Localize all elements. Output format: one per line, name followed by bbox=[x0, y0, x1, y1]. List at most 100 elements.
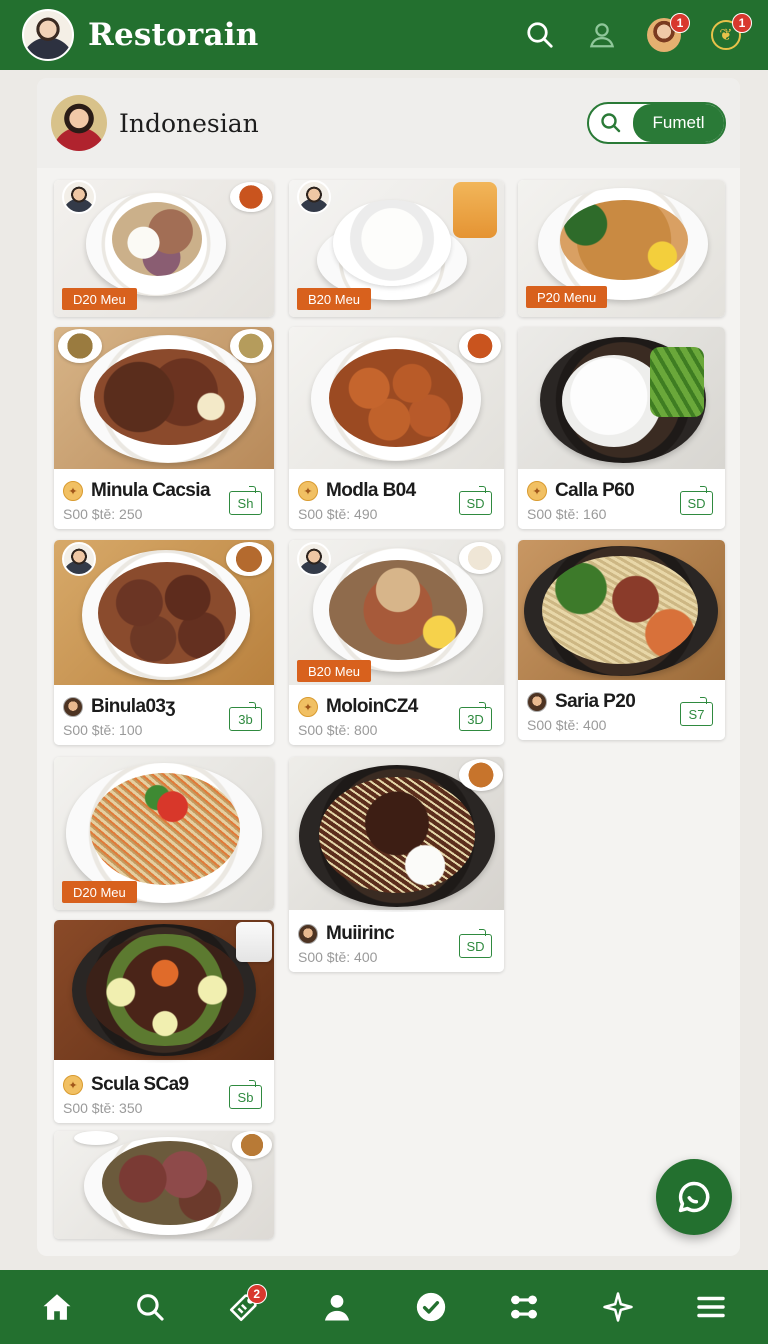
menu-tag: D20 Meu bbox=[62, 881, 137, 903]
menu-card[interactable]: B20 Meu ✦ MoloinCZ4 S00 $tĕ: 800 3D bbox=[289, 540, 504, 745]
card-info: ✦ Calla P60 S00 $tĕ: 160 SD bbox=[518, 469, 725, 529]
dish-name: MoloinCZ4 bbox=[326, 696, 418, 717]
rating-icon: ✦ bbox=[63, 1075, 83, 1095]
dish-price: S00 $tĕ: 400 bbox=[298, 949, 378, 965]
dish-photo bbox=[54, 327, 274, 469]
filter-label: Fumetl bbox=[633, 104, 724, 142]
chef-avatar bbox=[62, 542, 96, 576]
dish-name: Saria P20 bbox=[555, 691, 636, 712]
add-to-cart-button[interactable]: SD bbox=[459, 486, 492, 515]
add-to-cart-button[interactable]: Sb bbox=[229, 1080, 262, 1109]
rating-icon: ✦ bbox=[527, 481, 547, 501]
menu-card[interactable]: D20 Meu bbox=[54, 180, 274, 317]
dish-photo bbox=[518, 327, 725, 469]
bottom-nav: 2 bbox=[0, 1270, 768, 1344]
star-icon bbox=[603, 1292, 633, 1322]
dish-price: S00 $tĕ: 400 bbox=[527, 717, 607, 733]
category-header: Indonesian Fumetl bbox=[37, 78, 740, 168]
filter-button[interactable]: Fumetl bbox=[587, 102, 726, 144]
profile-notification-badge: 1 bbox=[670, 13, 690, 33]
dish-photo bbox=[54, 920, 274, 1060]
dish-photo bbox=[54, 540, 274, 685]
menu-card[interactable]: D20 Meu bbox=[54, 757, 274, 910]
nav-search[interactable] bbox=[125, 1282, 175, 1332]
menu-tag: D20 Meu bbox=[62, 288, 137, 310]
dish-photo: P20 Menu bbox=[518, 180, 725, 317]
dish-price: S00 $tĕ: 350 bbox=[63, 1100, 143, 1116]
nav-menu[interactable] bbox=[686, 1282, 736, 1332]
dish-name: Scula SCa9 bbox=[91, 1074, 189, 1095]
category-title: Indonesian bbox=[119, 108, 259, 138]
dish-name: Binula03ʒ bbox=[91, 696, 175, 717]
dish-photo: B20 Meu bbox=[289, 180, 504, 317]
account-button[interactable] bbox=[582, 15, 622, 55]
add-to-cart-button[interactable]: Sh bbox=[229, 486, 262, 515]
user-outline-icon bbox=[589, 23, 615, 48]
dish-name: Muiirinc bbox=[326, 923, 395, 944]
search-icon bbox=[601, 113, 621, 133]
profile-icon bbox=[325, 1294, 350, 1321]
dish-name: Modla B04 bbox=[326, 480, 416, 501]
nav-check[interactable] bbox=[406, 1282, 456, 1332]
dish-price: S00 $tĕ: 800 bbox=[298, 722, 378, 738]
sliders-icon bbox=[511, 1295, 538, 1319]
menu-card[interactable]: ✦ Calla P60 S00 $tĕ: 160 SD bbox=[518, 327, 725, 529]
search-button[interactable] bbox=[520, 15, 560, 55]
card-info: Binula03ʒ S00 $tĕ: 100 3b bbox=[54, 685, 274, 745]
chat-fab[interactable] bbox=[656, 1159, 732, 1235]
dish-photo bbox=[289, 327, 504, 469]
card-info: Saria P20 S00 $tĕ: 400 S7 bbox=[518, 680, 725, 740]
menu-card[interactable]: ✦ Minula Cacsia S00 $tĕ: 250 Sh bbox=[54, 327, 274, 529]
chef-avatar bbox=[297, 542, 331, 576]
profile-button[interactable]: 1 bbox=[644, 13, 690, 55]
card-info: ✦ MoloinCZ4 S00 $tĕ: 800 3D bbox=[289, 685, 504, 745]
menu-card[interactable]: ✦ Modla B04 S00 $tĕ: 490 SD bbox=[289, 327, 504, 529]
menu-tag: B20 Meu bbox=[297, 660, 372, 682]
dish-photo bbox=[54, 1131, 274, 1239]
dish-photo: B20 Meu bbox=[289, 540, 504, 685]
menu-card[interactable]: Saria P20 S00 $tĕ: 400 S7 bbox=[518, 540, 725, 740]
dish-price: S00 $tĕ: 250 bbox=[63, 506, 143, 522]
dish-photo bbox=[518, 540, 725, 680]
menu-card[interactable]: P20 Menu bbox=[518, 180, 725, 317]
card-info: ✦ Scula SCa9 S00 $tĕ: 350 Sb bbox=[54, 1063, 274, 1123]
add-to-cart-button[interactable]: SD bbox=[680, 486, 713, 515]
rewards-notification-badge: 1 bbox=[732, 13, 752, 33]
dish-photo bbox=[289, 757, 504, 910]
dish-price: S00 $tĕ: 100 bbox=[63, 722, 143, 738]
nav-profile[interactable] bbox=[312, 1282, 362, 1332]
user-avatar[interactable] bbox=[22, 9, 74, 61]
chef-avatar bbox=[297, 180, 331, 214]
nav-featured[interactable] bbox=[593, 1282, 643, 1332]
menu-card[interactable]: Binula03ʒ S00 $tĕ: 100 3b bbox=[54, 540, 274, 745]
nav-settings[interactable] bbox=[499, 1282, 549, 1332]
rating-icon: ✦ bbox=[298, 481, 318, 501]
search-icon bbox=[527, 22, 553, 48]
menu-card[interactable]: Muiirinc S00 $tĕ: 400 SD bbox=[289, 757, 504, 972]
menu-tag: B20 Meu bbox=[297, 288, 372, 310]
app-bar-actions: 1 ❦ 1 bbox=[520, 13, 752, 55]
menu-card[interactable]: B20 Meu bbox=[289, 180, 504, 317]
nav-deals[interactable]: 2 bbox=[219, 1282, 269, 1332]
nav-home[interactable] bbox=[32, 1282, 82, 1332]
app-bar: Restorain 1 ❦ 1 bbox=[0, 0, 768, 70]
menu-card[interactable]: ✦ Scula SCa9 S00 $tĕ: 350 Sb bbox=[54, 920, 274, 1123]
filter-search-part[interactable] bbox=[589, 104, 633, 142]
add-to-cart-button[interactable]: 3D bbox=[459, 702, 492, 731]
chef-mini-avatar bbox=[527, 692, 547, 712]
home-icon bbox=[43, 1294, 71, 1320]
dish-photo: D20 Meu bbox=[54, 757, 274, 910]
deals-notification-badge: 2 bbox=[246, 1284, 267, 1304]
dish-name: Calla P60 bbox=[555, 480, 635, 501]
dish-name: Minula Cacsia bbox=[91, 480, 211, 501]
dish-photo: D20 Meu bbox=[54, 180, 274, 317]
search-icon bbox=[137, 1294, 164, 1321]
category-avatar bbox=[51, 95, 107, 151]
add-to-cart-button[interactable]: SD bbox=[459, 929, 492, 958]
rewards-button[interactable]: ❦ 1 bbox=[706, 13, 752, 55]
add-to-cart-button[interactable]: S7 bbox=[680, 697, 713, 726]
check-circle-icon bbox=[416, 1292, 445, 1322]
add-to-cart-button[interactable]: 3b bbox=[229, 702, 262, 731]
rating-icon: ✦ bbox=[298, 697, 318, 717]
menu-card[interactable] bbox=[54, 1131, 274, 1239]
